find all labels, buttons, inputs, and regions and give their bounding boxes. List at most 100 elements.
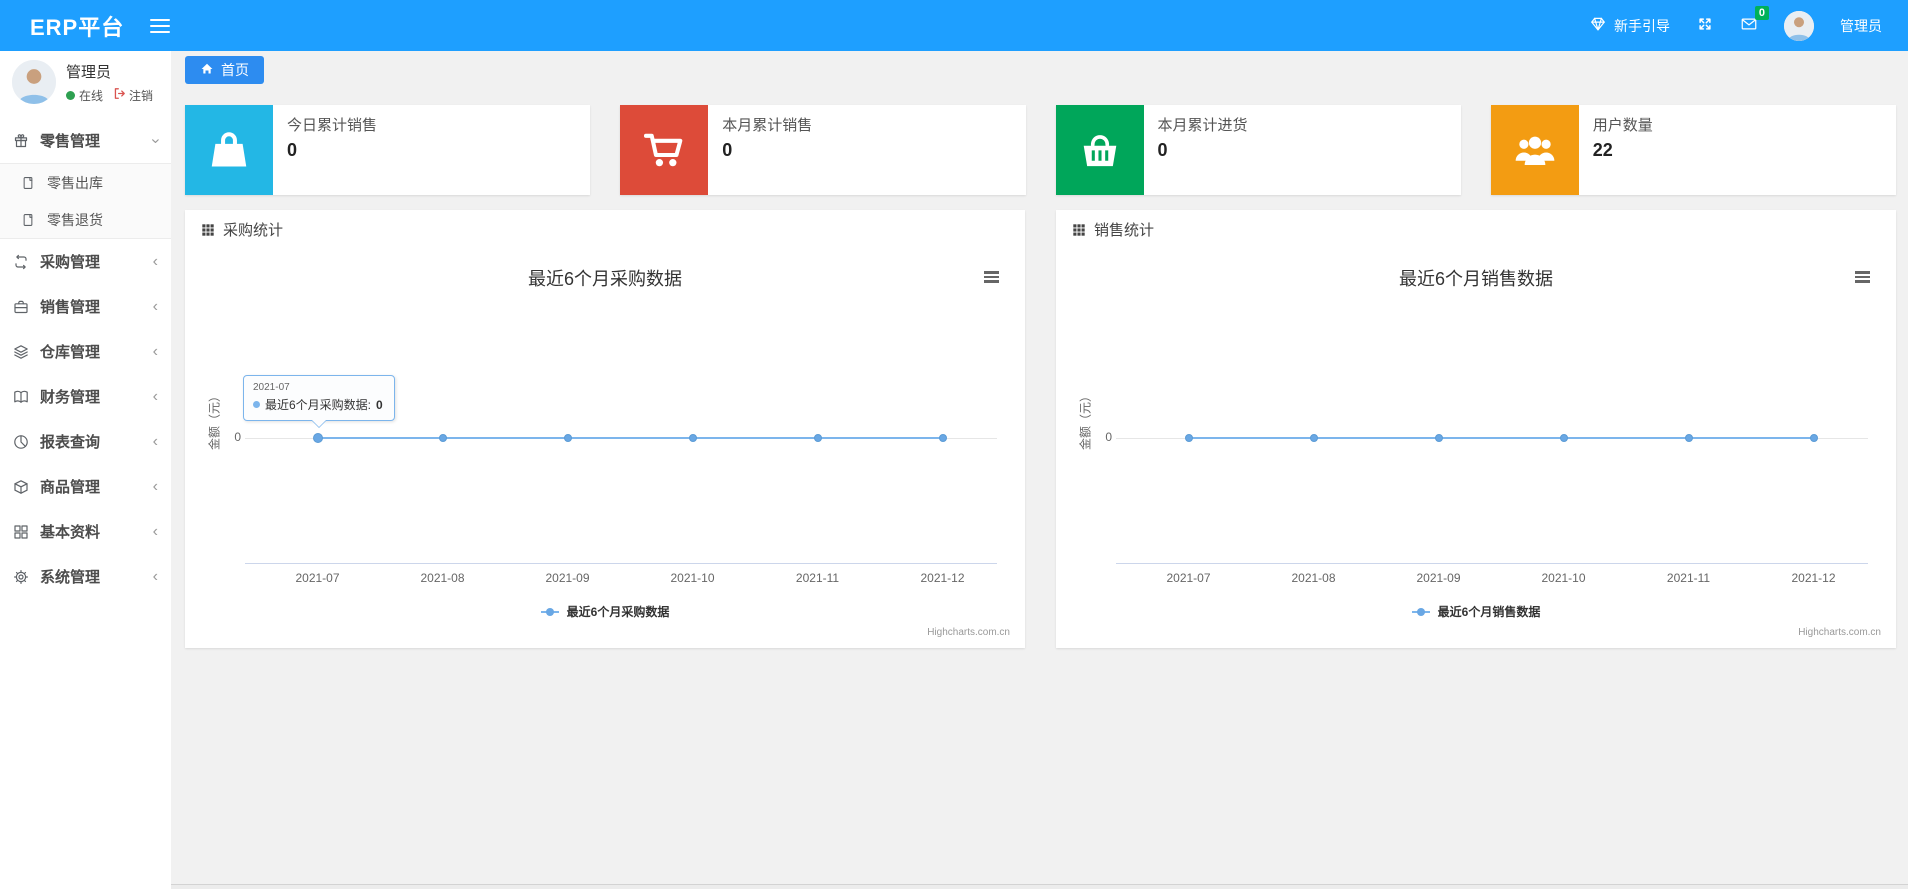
gear-icon <box>13 569 31 585</box>
x-axis-label: 2021-09 <box>1416 571 1461 585</box>
sidebar-item-purchase[interactable]: 采购管理 ‹ <box>0 239 171 284</box>
x-axis-line <box>1116 563 1868 564</box>
chevron-left-icon: ‹ <box>152 477 158 495</box>
fullscreen-button[interactable] <box>1696 15 1714 36</box>
refresh-icon <box>13 254 31 270</box>
sidebar-item-finance[interactable]: 财务管理 ‹ <box>0 374 171 419</box>
y-axis-title: 金额（元） <box>1078 389 1093 450</box>
book-icon <box>13 389 31 405</box>
layers-icon <box>13 344 31 360</box>
data-point-marker[interactable] <box>438 434 447 442</box>
briefcase-icon <box>13 299 31 315</box>
file-icon <box>21 213 39 227</box>
series-line <box>1188 437 1814 439</box>
sales-stats-panel: 销售统计 最近6个月销售数据 金额（元） 0 最近6个月销售数据 Highcha… <box>1056 210 1896 648</box>
sidebar-item-label: 系统管理 <box>40 569 101 586</box>
series-line <box>317 437 943 439</box>
sidebar-item-basic[interactable]: 基本资料 ‹ <box>0 509 171 554</box>
sidebar-item-goods[interactable]: 商品管理 ‹ <box>0 464 171 509</box>
data-point-marker[interactable] <box>312 433 323 443</box>
stat-card[interactable]: 用户数量 22 <box>1490 105 1896 195</box>
data-point-marker[interactable] <box>688 434 697 442</box>
sidebar-item-label: 销售管理 <box>40 299 101 316</box>
chart-export-menu-icon[interactable] <box>1855 271 1870 283</box>
online-status-icon <box>66 90 75 100</box>
guide-button[interactable]: 新手引导 <box>1589 15 1670 36</box>
sidebar-item-report[interactable]: 报表查询 ‹ <box>0 419 171 464</box>
box-icon <box>13 479 31 495</box>
home-icon <box>200 62 214 79</box>
chart-export-menu-icon[interactable] <box>984 271 999 283</box>
sidebar-item-system[interactable]: 系统管理 ‹ <box>0 554 171 599</box>
navbar-avatar[interactable] <box>1784 10 1814 41</box>
sidebar-avatar[interactable] <box>12 60 56 104</box>
data-point-marker[interactable] <box>1809 434 1818 442</box>
chevron-left-icon: ‹ <box>152 522 158 540</box>
sidebar-item-label: 仓库管理 <box>40 344 101 361</box>
stat-card-label: 今日累计销售 <box>287 117 378 134</box>
x-axis-label: 2021-07 <box>1166 571 1211 585</box>
sales-chart: 最近6个月销售数据 金额（元） 0 最近6个月销售数据 Highcharts.c… <box>1056 249 1896 648</box>
footer-divider <box>171 884 1908 889</box>
data-point-marker[interactable] <box>563 434 572 442</box>
sidebar-item-label: 零售管理 <box>40 133 101 150</box>
legend-label: 最近6个月采购数据 <box>566 605 670 619</box>
messages-button[interactable]: 0 <box>1740 6 1769 36</box>
x-axis-label: 2021-09 <box>545 571 590 585</box>
sidebar-subitem-retail-outbound[interactable]: 零售出库 <box>0 164 171 201</box>
navbar-username[interactable]: 管理员 <box>1840 16 1882 36</box>
logout-button[interactable]: 注销 <box>113 87 153 104</box>
data-point-marker[interactable] <box>1309 434 1318 442</box>
chevron-left-icon: ‹ <box>152 432 158 450</box>
sidebar-item-label: 财务管理 <box>40 389 101 406</box>
panel-header: 采购统计 <box>185 210 1025 249</box>
purchase-stats-panel: 采购统计 最近6个月采购数据 金额（元） 0 最近6个月采购数据 Highcha… <box>185 210 1025 648</box>
legend-marker-icon <box>1411 607 1430 617</box>
tab-home[interactable]: 首页 <box>185 56 264 84</box>
sidebar-item-warehouse[interactable]: 仓库管理 ‹ <box>0 329 171 374</box>
grid-icon <box>13 524 31 540</box>
stat-card[interactable]: 本月累计销售 0 <box>620 105 1026 195</box>
x-axis-label: 2021-12 <box>1791 571 1836 585</box>
message-count-badge: 0 <box>1754 6 1769 20</box>
sidebar-user-panel: 管理员 在线 注销 <box>0 51 171 112</box>
x-axis-label: 2021-12 <box>920 571 965 585</box>
legend-item[interactable]: 最近6个月销售数据 <box>1056 603 1896 620</box>
x-axis-label: 2021-08 <box>1291 571 1336 585</box>
x-axis-label: 2021-08 <box>420 571 465 585</box>
panel-title: 销售统计 <box>1094 222 1155 239</box>
file-icon <box>21 176 39 190</box>
sidebar-subitem-label: 零售出库 <box>47 174 103 191</box>
stat-card-value: 22 <box>1592 140 1613 160</box>
stat-card[interactable]: 今日累计销售 0 <box>185 105 591 195</box>
sidebar-item-label: 采购管理 <box>40 254 101 271</box>
tooltip-value: 0 <box>376 397 383 412</box>
stat-card[interactable]: 本月累计进货 0 <box>1055 105 1461 195</box>
x-axis-label: 2021-11 <box>1666 571 1711 585</box>
online-status-label: 在线 <box>79 88 104 103</box>
y-axis-title: 金额（元） <box>207 389 222 450</box>
data-point-marker[interactable] <box>813 434 822 442</box>
main-content: 首页 今日累计销售 0 本月累计销售 0 本月累计进货 0 用户数量 22 采购统计 最近6个… <box>171 51 1908 889</box>
sidebar-item-retail[interactable]: 零售管理 ‹ <box>0 118 171 163</box>
chevron-left-icon: ‹ <box>152 387 158 405</box>
sidebar-item-sales[interactable]: 销售管理 ‹ <box>0 284 171 329</box>
data-point-marker[interactable] <box>1559 434 1568 442</box>
chevron-down-icon: ‹ <box>146 137 164 144</box>
top-navbar: ERP平台 新手引导 0 管理员 <box>0 0 1908 51</box>
x-axis-line <box>245 563 997 564</box>
data-point-marker[interactable] <box>1684 434 1693 442</box>
chevron-left-icon: ‹ <box>152 342 158 360</box>
data-point-marker[interactable] <box>938 434 947 442</box>
data-point-marker[interactable] <box>1184 434 1193 442</box>
menu-toggle-icon[interactable] <box>150 18 171 33</box>
data-point-marker[interactable] <box>1434 434 1443 442</box>
sidebar-item-label: 商品管理 <box>40 479 101 496</box>
chart-credits[interactable]: Highcharts.com.cn <box>927 627 1010 638</box>
tooltip-series-dot-icon <box>253 401 260 408</box>
stat-card-label: 本月累计销售 <box>722 117 813 134</box>
chart-credits[interactable]: Highcharts.com.cn <box>1798 627 1881 638</box>
sidebar-subitem-retail-return[interactable]: 零售退货 <box>0 201 171 238</box>
x-axis-label: 2021-11 <box>795 571 840 585</box>
legend-item[interactable]: 最近6个月采购数据 <box>185 603 1025 620</box>
